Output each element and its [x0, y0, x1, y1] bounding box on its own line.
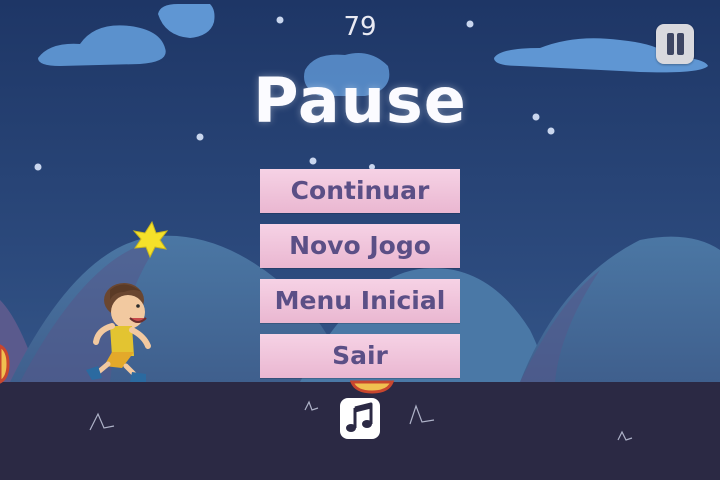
pause-title: Pause — [253, 64, 467, 137]
new-game-button[interactable]: Novo Jogo — [260, 224, 460, 268]
music-toggle-button[interactable] — [340, 398, 380, 439]
pause-icon — [667, 33, 674, 55]
music-note-icon — [346, 402, 373, 432]
exit-button[interactable]: Sair — [260, 334, 460, 378]
pause-button[interactable] — [656, 24, 694, 64]
continue-button[interactable]: Continuar — [260, 169, 460, 213]
score-counter: 79 — [343, 12, 377, 42]
pause-icon-bar — [677, 33, 684, 55]
main-menu-button[interactable]: Menu Inicial — [260, 279, 460, 323]
